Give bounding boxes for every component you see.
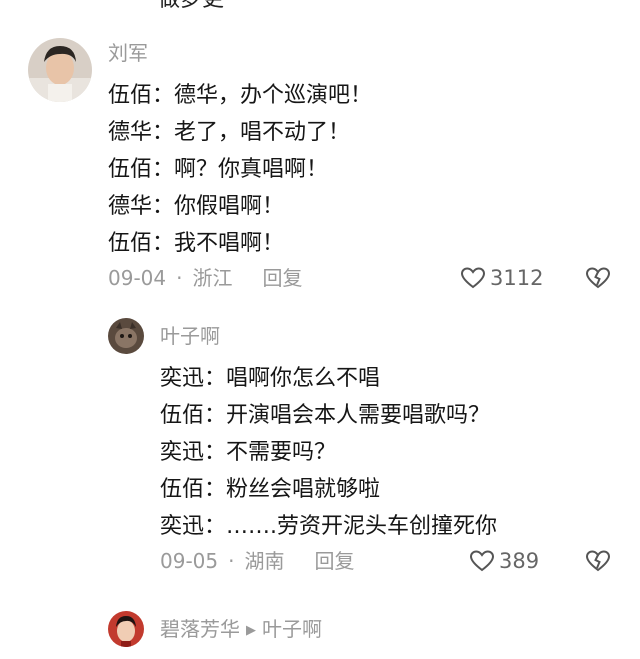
comment-line: 伍佰：开演唱会本人需要唱歌吗？ [160,403,491,428]
comment-line: 伍佰：我不唱啊！ [108,231,285,256]
comment-date: 09-05 [160,549,219,573]
comment-line: 伍佰：德华，办个巡演吧！ [108,83,373,108]
comment-username[interactable]: 碧落芳华 [160,617,240,641]
comment-username[interactable]: 叶子啊 [160,324,220,348]
like-button[interactable]: 3112 [460,266,543,290]
comment-line: 德华：老了，唱不动了！ [108,120,351,145]
comment-line: 伍佰：啊？你真唱啊！ [108,157,329,182]
avatar[interactable] [108,611,144,647]
like-button[interactable]: 389 [469,549,539,573]
reply-button[interactable]: 回复 [314,549,354,573]
comment-location: 湖南 [244,549,285,573]
comment-line: 伍佰：粉丝会唱就够啦 [160,477,381,502]
comment-line: 德华：你假唱啊！ [108,194,285,219]
dislike-button[interactable] [585,549,611,577]
reply-button[interactable]: 回复 [262,266,302,290]
dislike-button[interactable] [585,266,611,294]
comment-line: 奕迅：…….劳资开泥头车创撞死你 [160,514,497,539]
comment-content: 伍佰：德华，办个巡演吧！ 德华：老了，唱不动了！ 伍佰：啊？你真唱啊！ 德华：你… [108,77,372,262]
broken-heart-icon [585,267,611,289]
meta-separator: · [176,266,183,290]
previous-comment-text: 做梦更 [158,0,224,12]
heart-outline-icon [460,267,486,289]
like-count: 3112 [490,266,544,290]
broken-heart-icon [585,550,611,572]
comment-username[interactable]: 刘军 [108,41,148,65]
comment-location: 浙江 [192,266,233,290]
meta-separator: · [228,549,235,573]
like-count: 389 [499,549,540,573]
heart-outline-icon [469,550,495,572]
avatar[interactable] [28,38,92,102]
comment-line: 奕迅：唱啊你怎么不唱 [160,366,381,391]
comment-meta: 09-05 · 湖南 回复 [160,549,354,573]
comment-meta: 09-04 · 浙江 回复 [108,266,302,290]
avatar[interactable] [108,318,144,354]
comment-content: 奕迅：唱啊你怎么不唱 伍佰：开演唱会本人需要唱歌吗？ 奕迅：不需要吗？ 伍佰：粉… [160,360,497,545]
comment-line: 奕迅：不需要吗？ [160,440,337,465]
triangle-right-icon: ▶ [246,623,256,638]
reply-to-username[interactable]: 叶子啊 [262,617,322,641]
reply-header: 碧落芳华 ▶ 叶子啊 [160,617,322,645]
comment-date: 09-04 [108,266,167,290]
